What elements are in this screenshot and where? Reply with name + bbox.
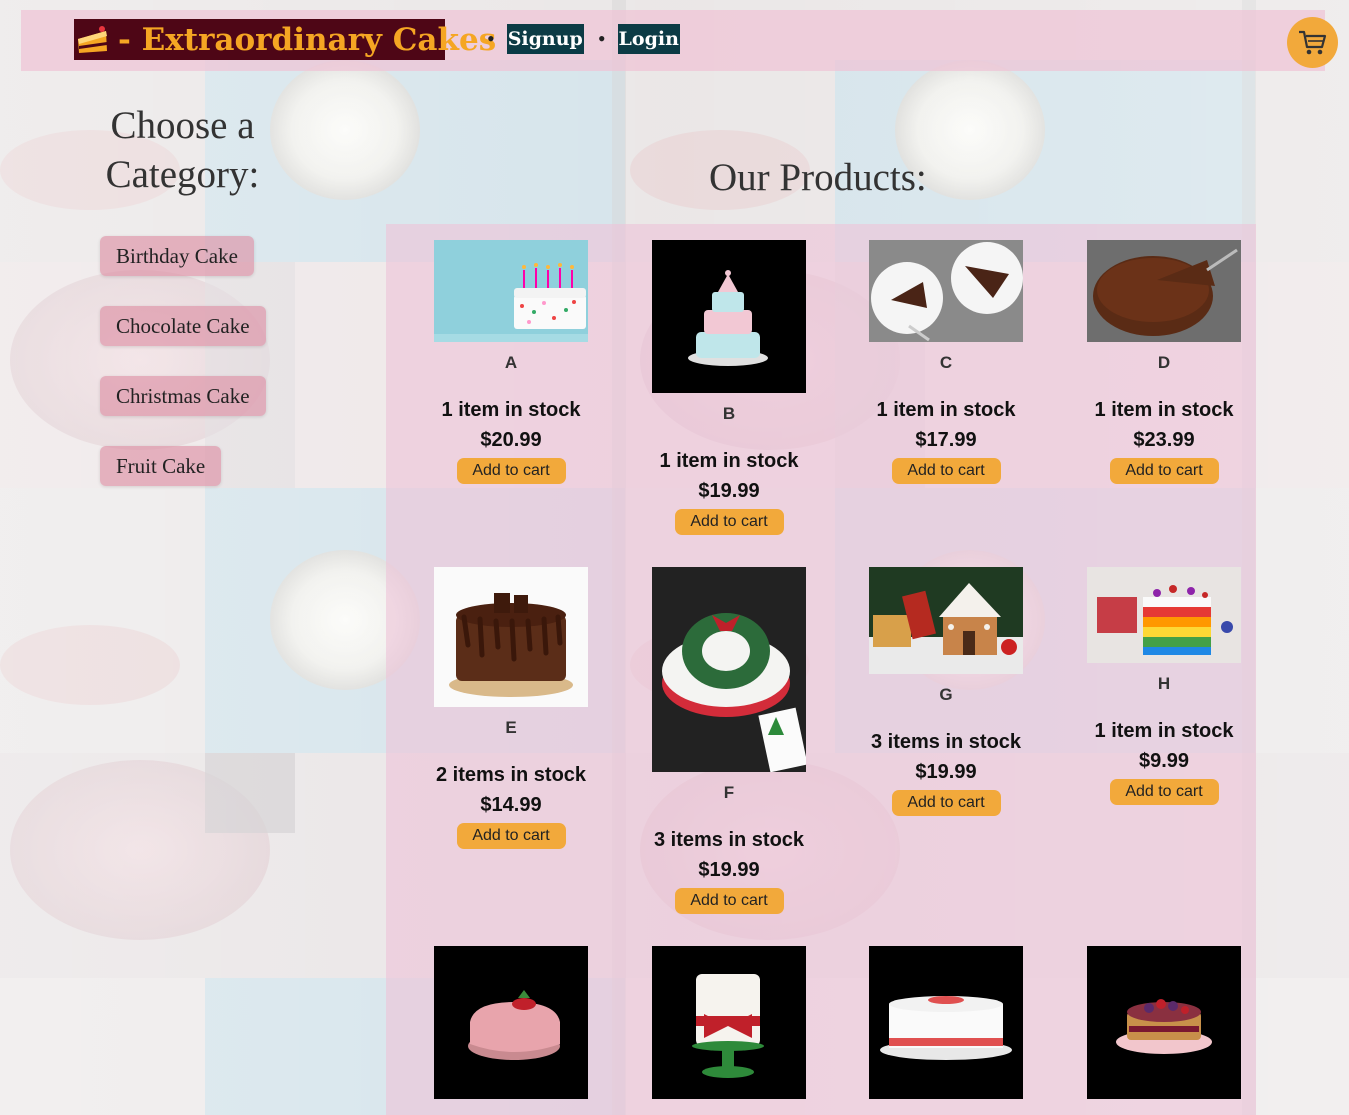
product-card: C 1 item in stock $17.99 Add to cart — [869, 240, 1023, 484]
category-chocolate-cake[interactable]: Chocolate Cake — [100, 306, 266, 346]
product-image[interactable] — [1087, 946, 1241, 1099]
product-stock: 1 item in stock — [1094, 399, 1234, 421]
product-card: D 1 item in stock $23.99 Add to cart — [1087, 240, 1241, 484]
product-stock: 1 item in stock — [659, 450, 799, 472]
product-stock: 1 item in stock — [441, 399, 581, 421]
product-card: G 3 items in stock $19.99 Add to cart — [869, 567, 1023, 816]
category-heading: Choose a Category: — [105, 104, 260, 196]
add-to-cart-button[interactable]: Add to cart — [674, 888, 784, 914]
product-price: $9.99 — [1138, 750, 1190, 772]
top-navbar: - Extraordinary Cakes • Signup • Login — [21, 10, 1325, 71]
product-stock: 1 item in stock — [1094, 720, 1234, 742]
product-price: $19.99 — [698, 480, 760, 502]
product-image[interactable] — [869, 240, 1023, 342]
product-card — [434, 946, 588, 1099]
shopping-cart-icon — [1298, 30, 1326, 54]
product-price: $17.99 — [915, 429, 977, 451]
login-link[interactable]: Login — [617, 24, 680, 54]
product-image[interactable] — [434, 946, 588, 1099]
product-card: B 1 item in stock $19.99 Add to cart — [652, 240, 806, 535]
product-image[interactable] — [652, 240, 806, 393]
product-image[interactable] — [434, 240, 588, 342]
add-to-cart-button[interactable]: Add to cart — [456, 458, 566, 484]
product-card: F 3 items in stock $19.99 Add to cart — [652, 567, 806, 914]
add-to-cart-button[interactable]: Add to cart — [456, 823, 566, 849]
nav-links: • Signup • Login — [487, 24, 694, 54]
product-name: E — [505, 718, 517, 737]
product-card: H 1 item in stock $9.99 Add to cart — [1087, 567, 1241, 805]
product-image[interactable] — [1087, 240, 1241, 342]
product-image[interactable] — [1087, 567, 1241, 663]
category-fruit-cake[interactable]: Fruit Cake — [100, 446, 222, 486]
product-image[interactable] — [652, 567, 806, 772]
product-card — [1087, 946, 1241, 1099]
brand-logo[interactable]: - Extraordinary Cakes — [74, 19, 496, 60]
product-price: $19.99 — [698, 859, 760, 881]
product-name: B — [722, 404, 736, 423]
product-price: $19.99 — [915, 761, 977, 783]
product-price: $20.99 — [480, 429, 542, 451]
product-name: C — [939, 353, 953, 372]
add-to-cart-button[interactable]: Add to cart — [891, 458, 1001, 484]
product-name: H — [1157, 674, 1171, 693]
product-stock: 1 item in stock — [876, 399, 1016, 421]
category-birthday-cake[interactable]: Birthday Cake — [100, 236, 254, 276]
product-stock: 3 items in stock — [653, 829, 805, 851]
add-to-cart-button[interactable]: Add to cart — [891, 790, 1001, 816]
product-card: E 2 items in stock $14.99 Add to cart — [434, 567, 588, 849]
add-to-cart-button[interactable]: Add to cart — [1109, 458, 1219, 484]
product-stock: 3 items in stock — [870, 731, 1022, 753]
category-christmas-cake[interactable]: Christmas Cake — [100, 376, 266, 416]
product-image[interactable] — [869, 946, 1023, 1099]
list-bullet: • — [487, 26, 495, 51]
cart-button[interactable] — [1287, 17, 1338, 68]
product-image[interactable] — [869, 567, 1023, 674]
product-name: D — [1157, 353, 1171, 372]
product-card — [869, 946, 1023, 1099]
product-card — [652, 946, 806, 1099]
product-stock: 2 items in stock — [435, 764, 587, 786]
product-name: F — [723, 783, 735, 802]
product-image[interactable] — [434, 567, 588, 707]
product-image[interactable] — [652, 946, 806, 1099]
product-card: A 1 item in stock $20.99 Add to cart — [434, 240, 588, 484]
products-heading: Our Products: — [709, 156, 927, 199]
list-bullet: • — [597, 26, 606, 51]
product-price: $14.99 — [480, 794, 542, 816]
brand-title: - Extraordinary Cakes — [118, 21, 497, 58]
product-price: $23.99 — [1133, 429, 1195, 451]
signup-link[interactable]: Signup — [506, 24, 584, 54]
product-name: G — [939, 685, 953, 704]
add-to-cart-button[interactable]: Add to cart — [1109, 779, 1219, 805]
cake-slice-icon — [76, 25, 110, 55]
product-name: A — [504, 353, 518, 372]
add-to-cart-button[interactable]: Add to cart — [674, 509, 784, 535]
